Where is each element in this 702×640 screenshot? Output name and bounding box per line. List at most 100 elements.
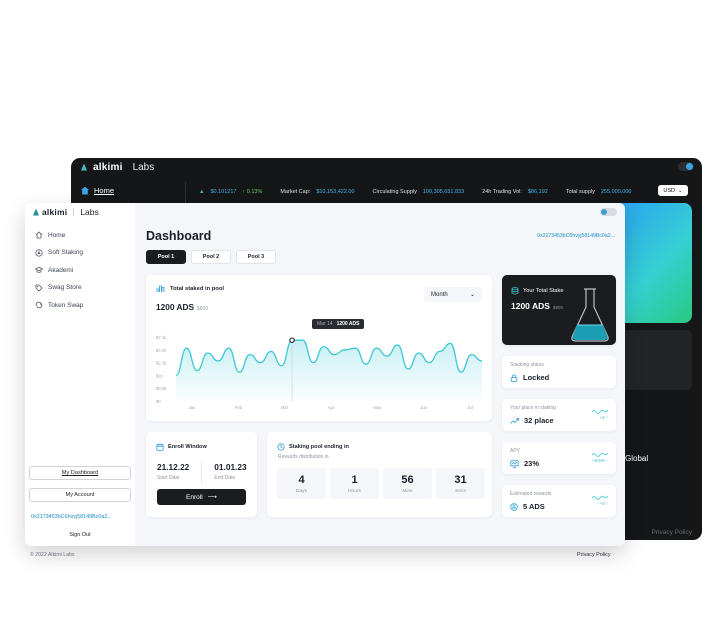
currency-select[interactable]: USD ⌄ (658, 185, 688, 196)
volume-value: $86,192 (527, 189, 548, 195)
main-content: Dashboard 0x2173453bC6hvyj58149Bc0a2... … (135, 203, 625, 546)
coin-icon (510, 502, 518, 511)
tab-pool-2[interactable]: Pool 2 (191, 250, 231, 264)
enroll-button[interactable]: Enroll ⟶ (157, 489, 246, 505)
back-labs: Labs (132, 161, 155, 173)
tag-icon (35, 284, 43, 292)
x-tick-label: Jan (189, 405, 196, 410)
stat-delta: +0.6% ↑ (592, 458, 608, 463)
pool-ending-title: Staking pool ending in (289, 444, 349, 450)
back-logo-icon (81, 163, 87, 171)
sidebar-item-swag-store[interactable]: Swag Store (35, 284, 83, 292)
enroll-title: Enroll Window (168, 444, 207, 450)
x-tick-label: Mar (281, 405, 289, 410)
calendar-icon (156, 443, 164, 451)
market-cap-label: Market Cap: (280, 189, 311, 195)
stacking-status-card: Stacking status Locked (502, 356, 616, 388)
y-tick-label: $3.0k (156, 348, 167, 353)
pool-tabs: Pool 1 Pool 2 Pool 3 (146, 250, 276, 264)
sign-out-button[interactable]: Sign Out (25, 532, 135, 538)
end-date-label: End Date (214, 475, 236, 481)
back-theme-toggle[interactable] (678, 162, 694, 171)
dashboard-window: alkimi Labs Home Soft Staking Akademi Sw… (25, 203, 625, 546)
chart-area-fill (176, 340, 482, 401)
countdown-value: 1 (351, 473, 358, 486)
copyright: © 2022 Alkimi Labs (30, 552, 75, 558)
your-stake-value: 1200 ADS (511, 301, 550, 311)
back-nav-home[interactable]: Home (81, 186, 114, 195)
back-header: alkimi Labs (71, 158, 702, 176)
stat-value: 23% (524, 459, 540, 468)
staked-area-chart[interactable]: $0 $0.5k $1k $2.1k $3.0k $7.1k Jan Feb Mar Apr May… (146, 275, 492, 421)
x-tick-label: Feb (235, 405, 243, 410)
sparkline-icon (592, 495, 608, 500)
flask-illustration (571, 288, 609, 342)
sidebar: alkimi Labs Home Soft Staking Akademi Sw… (25, 203, 135, 546)
total-supply-label: Total supply (565, 189, 595, 195)
stat-value: Locked (523, 373, 550, 382)
price-icon: ▲ (199, 189, 205, 195)
countdown-value: 4 (298, 473, 305, 486)
stat-trend: +4 ↑ (592, 495, 608, 506)
price-value: $0.101217 (210, 189, 237, 195)
my-account-button[interactable]: My Account (29, 488, 131, 502)
stat-value-row: 32 place (510, 416, 554, 425)
staking-place-card: Your place in staking 32 place +4 ↑ (502, 399, 616, 431)
theme-toggle[interactable] (600, 208, 617, 216)
sidebar-item-token-swap[interactable]: Token Swap (35, 301, 83, 309)
y-tick-label: $0 (156, 399, 161, 404)
end-date: 01.01.23 (214, 462, 247, 472)
back-privacy-link[interactable]: Privacy Policy (652, 529, 692, 536)
start-date-label: Start Date (157, 475, 180, 481)
circ-supply-label: Circulating Supply (372, 189, 417, 195)
academy-icon (35, 266, 43, 273)
wallet-address[interactable]: 0x2173453bC6hvyj58149Bc0a2... (31, 514, 112, 520)
privacy-link[interactable]: Privacy Policy (577, 552, 611, 558)
countdown-value: 31 (454, 473, 467, 486)
tab-pool-1[interactable]: Pool 1 (146, 250, 186, 264)
circ-supply-value: 100,305,651.833 (422, 189, 465, 195)
tooltip-date: Mar 14 (317, 321, 333, 327)
back-home-label: Home (94, 186, 115, 195)
logo[interactable]: alkimi Labs (33, 207, 99, 217)
start-date: 21.12.22 (157, 462, 190, 472)
x-tick-label: Apr (328, 405, 335, 410)
your-stake-header: Your Total Stake (511, 287, 563, 295)
end-date-group: 01.01.23 End Date (214, 462, 246, 483)
enroll-button-label: Enroll (186, 493, 203, 501)
sidebar-item-home[interactable]: Home (35, 231, 83, 239)
price-change-value: 0.13% (246, 189, 263, 195)
date-divider (201, 463, 203, 483)
header-wallet-address[interactable]: 0x2173453bC6hvyj58149Bc0a2... (537, 233, 615, 239)
countdown-unit: Mins (402, 488, 413, 494)
stat-label: Estimated rewards (510, 491, 552, 497)
your-stake-usd: $800 (552, 305, 564, 310)
logo-icon (33, 208, 39, 216)
countdown-secs: 31 Secs (436, 468, 485, 499)
labs-text: Labs (80, 207, 99, 217)
sidebar-item-akademi[interactable]: Akademi (35, 266, 83, 274)
stat-value-row: 5 ADS (510, 502, 545, 511)
countdown: 4 Days 1 Hours 56 Mins 31 Secs (277, 468, 485, 499)
my-dashboard-button[interactable]: My Dashboard (29, 466, 131, 480)
stat-label: Stacking status (510, 362, 544, 368)
pool-ending-header: Staking pool ending in (277, 443, 349, 451)
sidebar-nav: Home Soft Staking Akademi Swag Store Tok… (35, 231, 83, 309)
swap-icon (35, 301, 43, 309)
enroll-dates: 21.12.22 Start Date 01.01.23 End Date (157, 462, 247, 483)
page-title: Dashboard (146, 229, 212, 243)
sidebar-item-soft-staking[interactable]: Soft Staking (35, 248, 83, 257)
countdown-value: 56 (401, 473, 414, 486)
start-date-group: 21.12.22 Start Date (157, 462, 189, 483)
tab-pool-3[interactable]: Pool 3 (236, 250, 276, 264)
market-cap-value: $10,153,422.00 (316, 189, 355, 195)
stat-label: Your place in staking (510, 405, 556, 411)
clock-icon (277, 443, 285, 451)
countdown-hours: 1 Hours (330, 468, 379, 499)
home-icon (35, 231, 43, 239)
stage: alkimi Labs Home ▲ $0.101217 ↑ 0.13% Mar… (0, 0, 702, 640)
pool-ending-card: Staking pool ending in Rewards distribut… (267, 432, 492, 517)
lock-icon (510, 374, 518, 382)
sparkline-icon (592, 409, 608, 414)
highlight-point[interactable] (289, 337, 295, 343)
